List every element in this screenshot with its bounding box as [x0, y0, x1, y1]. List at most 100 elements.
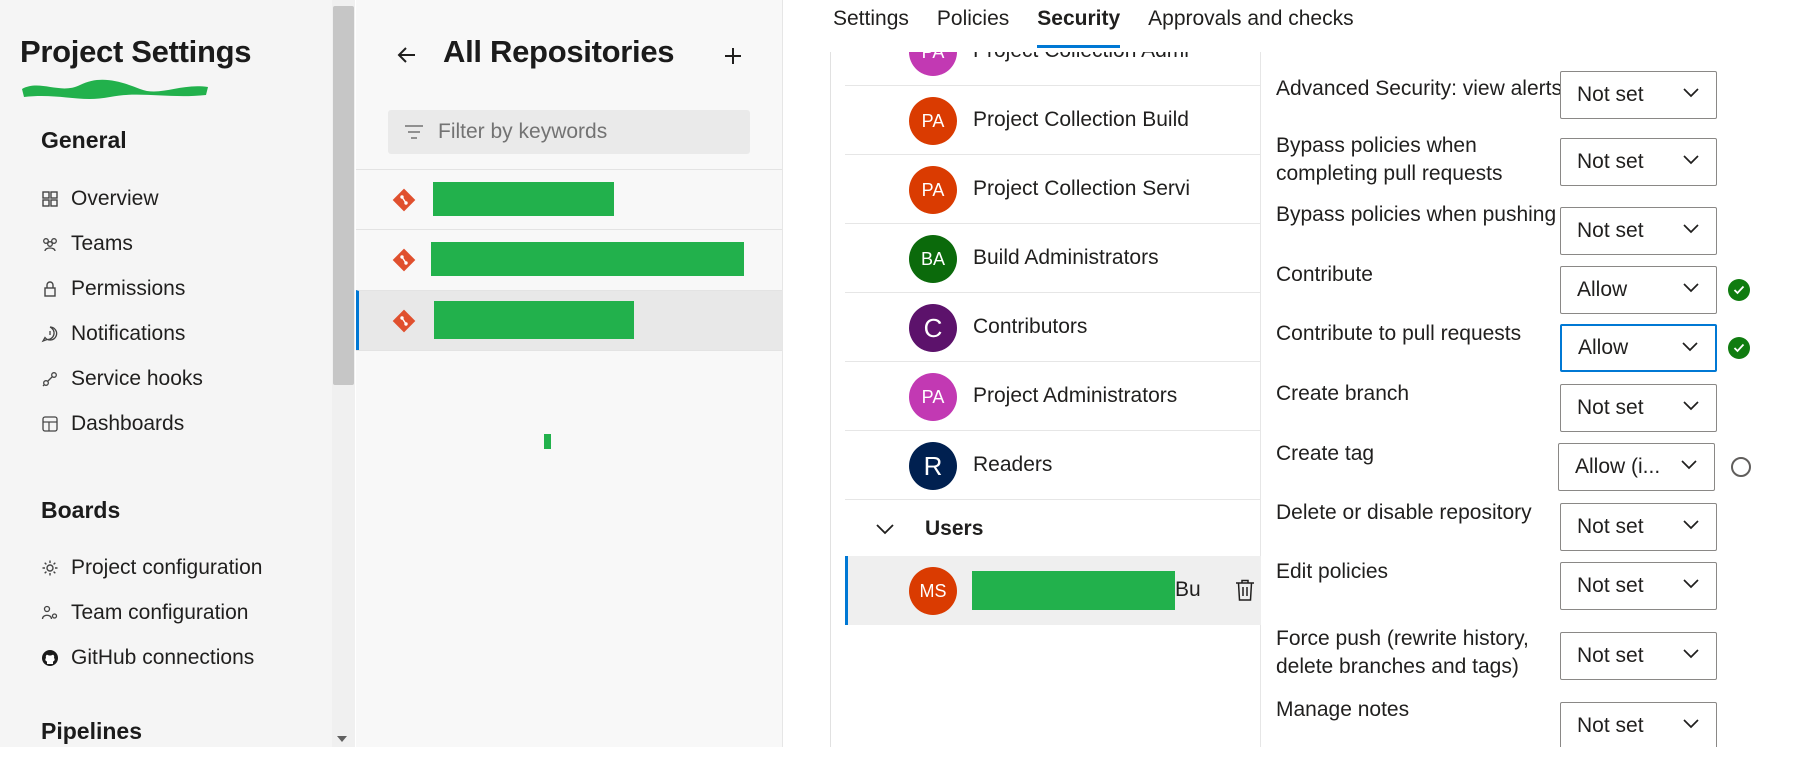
section-heading-general: General: [41, 127, 127, 153]
redacted-user-name: [972, 571, 1175, 610]
tab-security[interactable]: Security: [1037, 0, 1120, 52]
check-icon: [1728, 337, 1750, 359]
identity-row[interactable]: PA Project Collection Admi: [845, 52, 1261, 86]
notification-icon: [41, 325, 59, 343]
permission-dropdown[interactable]: Allow: [1560, 324, 1717, 372]
permission-value: Not set: [1577, 150, 1644, 173]
chevron-down-icon: [1683, 401, 1699, 411]
lock-icon: [41, 280, 59, 298]
tab-settings[interactable]: Settings: [833, 0, 909, 52]
permission-value: Allow (i...: [1575, 455, 1661, 478]
chevron-down-icon: [1682, 342, 1698, 352]
git-repo-icon: [392, 309, 416, 333]
nav-item-label: Permissions: [71, 277, 186, 300]
permission-dropdown[interactable]: Not set: [1560, 384, 1717, 432]
nav-item-notifications[interactable]: Notifications: [41, 314, 185, 354]
avatar: MS: [909, 567, 957, 615]
users-group-header[interactable]: Users: [845, 499, 1261, 559]
redaction-mark: [544, 434, 551, 449]
dashboards-icon: [41, 415, 59, 433]
permission-label: Force push (rewrite history, delete bran…: [1276, 627, 1529, 678]
chevron-down-icon: [1683, 520, 1699, 530]
repository-row[interactable]: [356, 229, 782, 289]
repositories-pane: All Repositories: [356, 0, 783, 747]
identity-name: Build Administrators: [973, 246, 1159, 269]
permission-dropdown[interactable]: Not set: [1560, 207, 1717, 255]
permission-dropdown[interactable]: Not set: [1560, 138, 1717, 186]
permission-label: Advanced Security: view alerts: [1276, 77, 1562, 100]
security-panel: PA Project Collection Admi PA Project Co…: [830, 52, 1778, 747]
permission-label: Contribute to pull requests: [1276, 322, 1522, 345]
permission-label: Delete or disable repository: [1276, 501, 1532, 524]
chevron-down-icon: [1683, 283, 1699, 293]
permission-dropdown[interactable]: Not set: [1560, 702, 1717, 747]
chevron-down-icon: [1683, 155, 1699, 165]
list-divider: [356, 350, 782, 351]
nav-item-label: Teams: [71, 232, 133, 255]
identity-name: Contributors: [973, 315, 1088, 338]
nav-item-teams[interactable]: Teams: [41, 224, 133, 264]
info-icon[interactable]: [1731, 457, 1751, 477]
permissions-list: Advanced Security: view alerts Not set B…: [1262, 52, 1778, 747]
identities-list: PA Project Collection Admi PA Project Co…: [831, 52, 1261, 747]
plus-icon: [725, 48, 741, 64]
avatar: PA: [909, 52, 957, 76]
permission-dropdown[interactable]: Not set: [1560, 503, 1717, 551]
nav-item-github-connections[interactable]: GitHub connections: [41, 638, 254, 678]
chevron-down-icon: [876, 524, 894, 535]
repository-tabs: Settings Policies Security Approvals and…: [833, 0, 1382, 52]
team-config-icon: [41, 604, 59, 622]
redacted-repository-name: [433, 182, 614, 216]
github-icon: [41, 649, 59, 667]
trash-icon: [1236, 579, 1254, 601]
service-hooks-icon: [41, 370, 59, 388]
permission-dropdown[interactable]: Allow: [1560, 266, 1717, 314]
avatar: PA: [909, 166, 957, 214]
selected-user-row[interactable]: MS Bu: [845, 556, 1261, 625]
check-icon: [1728, 279, 1750, 301]
permission-dropdown[interactable]: Not set: [1560, 71, 1717, 119]
identity-name: Readers: [973, 453, 1053, 476]
nav-item-label: Project configuration: [71, 556, 263, 579]
nav-item-permissions[interactable]: Permissions: [41, 269, 185, 309]
remove-user-button[interactable]: [1232, 577, 1258, 603]
filter-input[interactable]: [438, 120, 738, 144]
permission-value: Allow: [1578, 336, 1629, 359]
identity-row[interactable]: PA Project Administrators: [845, 362, 1261, 431]
back-button[interactable]: [392, 40, 422, 70]
identity-row[interactable]: R Readers: [845, 431, 1261, 500]
add-repository-button[interactable]: [718, 41, 748, 71]
filter-box[interactable]: [388, 110, 750, 154]
identity-row[interactable]: BA Build Administrators: [845, 224, 1261, 293]
identity-row[interactable]: C Contributors: [845, 293, 1261, 362]
permission-value: Not set: [1577, 83, 1644, 106]
permission-label: Edit policies: [1276, 560, 1389, 583]
repository-row-selected[interactable]: [356, 290, 782, 350]
permission-dropdown[interactable]: Allow (i...: [1558, 443, 1715, 491]
permission-dropdown[interactable]: Not set: [1560, 632, 1717, 680]
tab-approvals-and-checks[interactable]: Approvals and checks: [1148, 0, 1353, 52]
nav-item-team-configuration[interactable]: Team configuration: [41, 593, 248, 633]
repository-row[interactable]: [356, 169, 782, 229]
chevron-down-icon: [1683, 88, 1699, 98]
sidebar-scrollbar-thumb[interactable]: [333, 6, 354, 385]
nav-item-service-hooks[interactable]: Service hooks: [41, 359, 203, 399]
identity-row[interactable]: PA Project Collection Build: [845, 86, 1261, 155]
nav-item-project-configuration[interactable]: Project configuration: [41, 548, 262, 588]
permission-label: Contribute: [1276, 263, 1373, 286]
permission-dropdown[interactable]: Not set: [1560, 562, 1717, 610]
identity-name: Project Collection Servi: [973, 177, 1191, 200]
chevron-down-icon: [1683, 649, 1699, 659]
avatar: PA: [909, 97, 957, 145]
identity-name: Project Administrators: [973, 384, 1178, 407]
overview-icon: [41, 190, 59, 208]
nav-item-overview[interactable]: Overview: [41, 179, 159, 219]
permission-value: Not set: [1577, 574, 1644, 597]
scroll-down-arrow-icon[interactable]: [337, 736, 347, 742]
nav-item-dashboards[interactable]: Dashboards: [41, 404, 184, 444]
tab-policies[interactable]: Policies: [937, 0, 1009, 52]
filter-icon: [405, 125, 423, 139]
permission-value: Not set: [1577, 219, 1644, 242]
identity-row[interactable]: PA Project Collection Servi: [845, 155, 1261, 224]
permission-value: Not set: [1577, 396, 1644, 419]
